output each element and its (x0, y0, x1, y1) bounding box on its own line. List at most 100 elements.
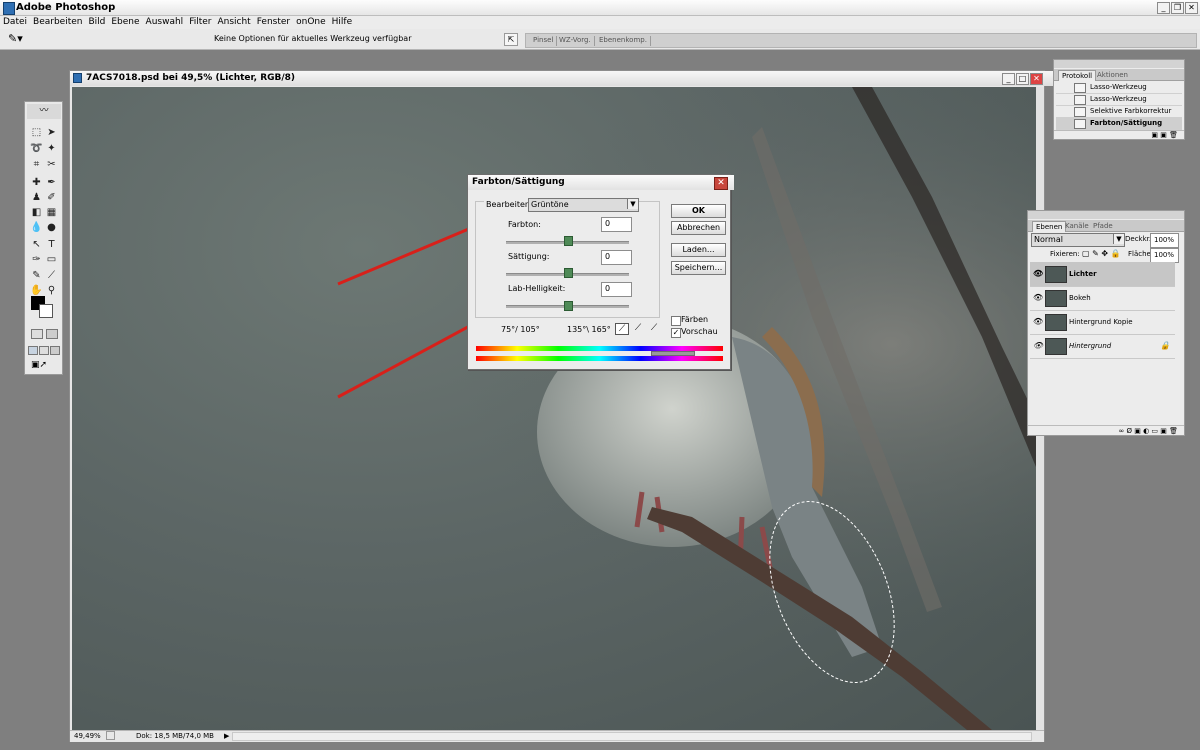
eyedropper-plus-icon[interactable]: ⟋ (632, 323, 644, 335)
eyedropper-icon[interactable]: ⟋ (615, 323, 629, 335)
history-palette-grip[interactable] (1054, 60, 1184, 68)
gradient-tool-icon[interactable]: ▦ (45, 206, 58, 219)
eraser-tool-icon[interactable]: ◧ (30, 206, 43, 219)
healing-brush-tool-icon[interactable]: ✚ (30, 176, 43, 189)
screen-mode-standard-icon[interactable] (28, 346, 38, 355)
range-selector[interactable] (651, 351, 695, 356)
marquee-tool-icon[interactable]: ⬚ (30, 126, 43, 139)
background-color-swatch[interactable] (39, 304, 53, 318)
layers-palette-grip[interactable] (1028, 211, 1184, 219)
close-icon[interactable]: ✕ (1185, 2, 1198, 14)
minimize-icon[interactable]: _ (1157, 2, 1170, 14)
palette-well: Pinsel WZ-Vorg. Ebenenkomp. (525, 33, 1197, 48)
zoom-level[interactable]: 49,49% (74, 732, 101, 740)
menu-ebene[interactable]: Ebene (108, 16, 142, 28)
menu-hilfe[interactable]: Hilfe (329, 16, 355, 28)
well-tab-brushes[interactable]: Pinsel (530, 36, 558, 46)
menu-datei[interactable]: Datei (0, 16, 30, 28)
notes-tool-icon[interactable]: ✎ (30, 269, 43, 282)
doc-minimize-icon[interactable]: _ (1002, 73, 1015, 85)
menu-ansicht[interactable]: Ansicht (214, 16, 253, 28)
history-brush-tool-icon[interactable]: ✐ (45, 191, 58, 204)
hue-input[interactable]: 0 (601, 217, 632, 232)
history-item-active[interactable]: Farbton/Sättigung (1056, 117, 1182, 130)
slice-tool-icon[interactable]: ✂ (45, 158, 58, 171)
blend-mode-select[interactable]: Normal ▼ (1031, 233, 1125, 247)
saturation-input[interactable]: 0 (601, 250, 632, 265)
eye-icon[interactable]: 👁 (1033, 294, 1043, 302)
eye-icon[interactable]: 👁 (1033, 342, 1043, 350)
history-tabs: Protokoll Aktionen (1054, 69, 1184, 81)
ok-button[interactable]: OK (671, 204, 726, 218)
load-button[interactable]: Laden... (671, 243, 726, 257)
opacity-input[interactable]: 100% (1150, 233, 1179, 248)
menu-filter[interactable]: Filter (186, 16, 214, 28)
tab-actions[interactable]: Aktionen (1094, 70, 1131, 80)
colorize-checkbox[interactable] (671, 316, 681, 326)
save-button[interactable]: Speichern... (671, 261, 726, 275)
preview-checkbox[interactable]: ✓ (671, 328, 681, 338)
type-tool-icon[interactable]: T (45, 238, 58, 251)
lasso-icon (1074, 83, 1086, 93)
layer-row-hintergrund[interactable]: 👁 Hintergrund 🔒 (1030, 334, 1175, 359)
eyedropper-tool-icon[interactable]: ⟋ (45, 269, 58, 282)
layer-row-lichter[interactable]: 👁 Lichter (1030, 262, 1175, 287)
dialog-title: Farbton/Sättigung (468, 175, 734, 190)
hue-slider-thumb[interactable] (564, 236, 573, 246)
tab-paths[interactable]: Pfade (1090, 221, 1116, 231)
layers-footer: ∞ Ø ▣ ◐ ▭ ▣ 🗑 (1028, 425, 1184, 436)
doc-maximize-icon[interactable]: □ (1016, 73, 1029, 85)
path-selection-tool-icon[interactable]: ↖ (30, 238, 43, 251)
fill-input[interactable]: 100% (1150, 248, 1179, 263)
magic-wand-tool-icon[interactable]: ✦ (45, 142, 58, 155)
zoom-tool-icon[interactable]: ⚲ (45, 284, 58, 297)
screen-mode-full-icon[interactable] (50, 346, 60, 355)
well-tab-tool-presets[interactable]: WZ-Vorg. (556, 36, 595, 46)
chevron-down-icon[interactable]: ▼ (1113, 234, 1124, 244)
quick-mask-mode-icon[interactable] (46, 329, 58, 339)
feather-icon: 〰 (27, 104, 61, 119)
lock-icons[interactable]: ▢ ✎ ✥ 🔒 (1082, 249, 1121, 258)
crop-tool-icon[interactable]: ⌗ (30, 158, 43, 171)
range-right-readout: 135°\ 165° (567, 325, 611, 334)
menu-fenster[interactable]: Fenster (254, 16, 293, 28)
options-hint: Keine Optionen für aktuelles Werkzeug ve… (214, 34, 412, 43)
tab-history[interactable]: Protokoll (1058, 70, 1097, 81)
lightness-input[interactable]: 0 (601, 282, 632, 297)
menu-onone[interactable]: onOne (293, 16, 329, 28)
file-browser-icon[interactable]: ⇱ (504, 33, 518, 46)
lasso-tool-icon[interactable]: ➰ (30, 142, 43, 155)
horizontal-scrollbar[interactable] (232, 732, 1032, 741)
menu-bearbeiten[interactable]: Bearbeiten (30, 16, 85, 28)
jump-to-imageready-icon[interactable]: ▣➚ (31, 360, 57, 371)
chevron-down-icon[interactable]: ▼ (627, 199, 638, 209)
cancel-button[interactable]: Abbrechen (671, 221, 726, 235)
clone-stamp-tool-icon[interactable]: ♟ (30, 191, 43, 204)
menu-auswahl[interactable]: Auswahl (143, 16, 187, 28)
pen-tool-icon[interactable]: ✑ (30, 253, 43, 266)
blur-tool-icon[interactable]: 💧 (30, 221, 43, 234)
status-menu-arrow-icon[interactable]: ▶ (224, 732, 229, 740)
move-tool-icon[interactable]: ➤ (45, 126, 58, 139)
eyedropper-minus-icon[interactable]: ⟋ (648, 323, 660, 335)
screen-mode-full-menu-icon[interactable] (39, 346, 49, 355)
dodge-tool-icon[interactable]: ● (45, 221, 58, 234)
layer-row-bokeh[interactable]: 👁 Bokeh (1030, 286, 1175, 311)
layer-row-hintergrund-kopie[interactable]: 👁 Hintergrund Kopie (1030, 310, 1175, 335)
dialog-close-icon[interactable]: ✕ (714, 177, 728, 190)
status-preview-icon[interactable] (106, 731, 115, 740)
menu-bild[interactable]: Bild (85, 16, 108, 28)
saturation-slider-thumb[interactable] (564, 268, 573, 278)
eyedropper-tool-preset-icon[interactable]: ✎▾ (8, 32, 32, 46)
well-tab-layer-comps[interactable]: Ebenenkomp. (596, 36, 651, 46)
tab-channels[interactable]: Kanäle (1062, 221, 1092, 231)
standard-mode-icon[interactable] (31, 329, 43, 339)
eye-icon[interactable]: 👁 (1033, 270, 1043, 278)
shape-tool-icon[interactable]: ▭ (45, 253, 58, 266)
restore-icon[interactable]: ❐ (1171, 2, 1184, 14)
doc-close-icon[interactable]: ✕ (1030, 73, 1043, 85)
edit-select[interactable]: Grüntöne ▼ (528, 198, 639, 212)
lightness-slider-thumb[interactable] (564, 301, 573, 311)
eye-icon[interactable]: 👁 (1033, 318, 1043, 326)
brush-tool-icon[interactable]: ✒ (45, 176, 58, 189)
